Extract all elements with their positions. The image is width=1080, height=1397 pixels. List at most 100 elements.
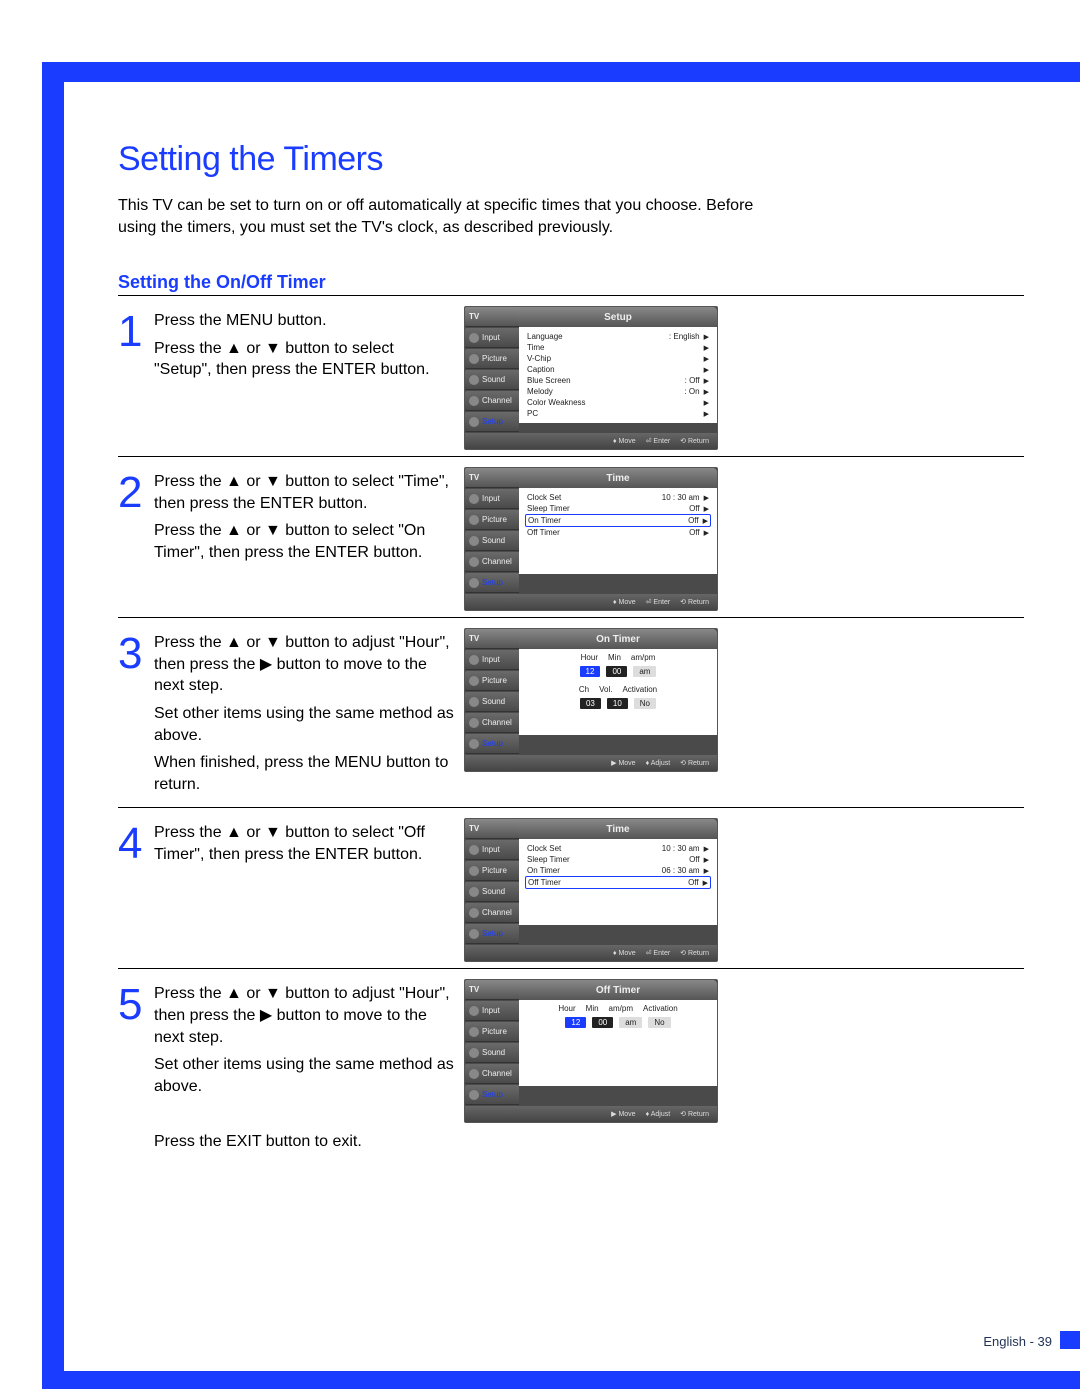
tab-icon — [469, 557, 479, 567]
osd-row: Color Weakness▶ — [525, 397, 711, 408]
subheading-text: Setting the On/Off Timer — [118, 272, 326, 293]
osd-row-label: Blue Screen — [527, 376, 571, 385]
osd-row: PC▶ — [525, 408, 711, 419]
step-body: Press the ▲ or ▼ button to select "Off T… — [154, 818, 464, 871]
osd-row: Caption▶ — [525, 364, 711, 375]
step-number: 4 — [118, 818, 154, 864]
osd-tab-label: TV — [469, 473, 479, 482]
tab-icon — [469, 676, 479, 686]
tv-osd-screenshot: TVInputPictureSoundChannelSetupTimeClock… — [464, 818, 718, 962]
osd-tab-label: TV — [469, 312, 479, 321]
step-number: 5 — [118, 979, 154, 1025]
osd-footer-hint: ⟲ Return — [680, 949, 709, 957]
chevron-right-icon: ▶ — [704, 846, 709, 853]
tab-icon — [469, 333, 479, 343]
step-number: 3 — [118, 628, 154, 674]
steps-container: 1Press the MENU button.Press the ▲ or ▼ … — [118, 302, 1024, 1164]
chevron-right-icon: ▶ — [703, 880, 708, 887]
osd-footer: ♦ Move⏎ Enter⟲ Return — [465, 594, 717, 610]
osd-row: Melody: On▶ — [525, 386, 711, 397]
timer-value-cell: No — [634, 698, 656, 709]
osd-row-label: Off Timer — [527, 528, 560, 537]
step-line: Press the ▲ or ▼ button to adjust "Hour"… — [154, 632, 454, 697]
osd-footer-hint: ♦ Adjust — [646, 1111, 671, 1118]
timer-value-cell: 12 — [580, 666, 601, 677]
osd-tab-label: Picture — [482, 354, 507, 363]
chevron-right-icon: ▶ — [704, 356, 709, 363]
chevron-right-icon: ▶ — [703, 518, 708, 525]
osd-tab-label: TV — [469, 824, 479, 833]
osd-tab-label: Input — [482, 494, 500, 503]
osd-tab: Input — [465, 328, 519, 348]
tab-icon — [469, 929, 479, 939]
timer-header: Ch — [579, 685, 589, 694]
tv-osd-screenshot: TVInputPictureSoundChannelSetupSetupLang… — [464, 306, 718, 450]
section-heading: Setting the On/Off Timer — [118, 272, 1024, 296]
osd-row-label: V-Chip — [527, 354, 551, 363]
osd-row-label: Sleep Timer — [527, 855, 570, 864]
osd-row: On Timer06 : 30 am▶ — [525, 865, 711, 876]
osd-tab-label: Setup — [482, 929, 503, 938]
osd-body: Clock Set10 : 30 am▶Sleep TimerOff▶On Ti… — [519, 488, 717, 574]
chevron-right-icon: ▶ — [704, 857, 709, 864]
osd-tab: Sound — [465, 1043, 519, 1063]
osd-body: Clock Set10 : 30 am▶Sleep Timer Off ▶ On Ti… — [519, 839, 717, 925]
osd-row-label: On Timer — [527, 866, 560, 875]
osd-tab: Setup — [465, 412, 519, 432]
osd-tab: Input — [465, 1001, 519, 1021]
step-screenshot: TVInputPictureSoundChannelSetupSetupLang… — [464, 306, 718, 450]
tab-icon — [469, 718, 479, 728]
osd-tab-label: Input — [482, 845, 500, 854]
osd-footer: ▶ Move♦ Adjust⟲ Return — [465, 755, 717, 771]
osd-tab: Picture — [465, 510, 519, 530]
osd-tab-label: Channel — [482, 1069, 512, 1078]
timer-value-row: 1200am — [525, 666, 711, 677]
osd-footer-hint: ♦ Move — [613, 950, 636, 957]
timer-value-cell: 10 — [607, 698, 628, 709]
osd-row-label: Sleep Timer — [527, 504, 570, 513]
intro-text: This TV can be set to turn on or off aut… — [118, 195, 758, 238]
osd-tab-label: Input — [482, 1006, 500, 1015]
osd-row-label: Time — [527, 343, 544, 352]
timer-value-cell: 03 — [580, 698, 601, 709]
osd-row-value: Off — [689, 855, 700, 864]
instruction-step: 5Press the ▲ or ▼ button to adjust "Hour… — [118, 975, 1024, 1164]
tab-icon — [469, 354, 479, 364]
osd-tab: TV — [465, 629, 519, 649]
timer-header: am/pm — [631, 653, 655, 662]
osd-tab-label: Channel — [482, 718, 512, 727]
osd-tab-label: Sound — [482, 697, 505, 706]
tab-icon — [469, 1069, 479, 1079]
osd-title: Off Timer — [519, 980, 717, 1000]
osd-footer-hint: ⟲ Return — [680, 598, 709, 606]
osd-footer-hint: ♦ Move — [613, 599, 636, 606]
tv-osd-screenshot: TVInputPictureSoundChannelSetupTimeClock… — [464, 467, 718, 611]
instruction-step: 4Press the ▲ or ▼ button to select "Off … — [118, 814, 1024, 969]
osd-title: Setup — [519, 307, 717, 327]
osd-tab: Input — [465, 840, 519, 860]
osd-row: On TimerOff▶ — [525, 514, 711, 527]
osd-tab: Picture — [465, 349, 519, 369]
step-body: Press the ▲ or ▼ button to adjust "Hour"… — [154, 628, 464, 801]
step-line: When finished, press the MENU button to … — [154, 752, 454, 795]
osd-footer-hint: ♦ Move — [613, 438, 636, 445]
step-screenshot: TVInputPictureSoundChannelSetupOn TimerH… — [464, 628, 718, 772]
timer-header: Activation — [643, 1004, 678, 1013]
osd-tab-label: Input — [482, 333, 500, 342]
osd-row: Sleep Timer Off ▶ — [525, 854, 711, 865]
osd-tab-label: Channel — [482, 396, 512, 405]
osd-row: V-Chip ▶ — [525, 353, 711, 364]
page-content: Setting the Timers This TV can be set to… — [118, 140, 1024, 1171]
osd-row-value: 06 : 30 am — [662, 866, 700, 875]
osd-tab-label: Input — [482, 655, 500, 664]
osd-row: Clock Set10 : 30 am▶ — [525, 492, 711, 503]
osd-footer-hint: ⟲ Return — [680, 1110, 709, 1118]
timer-value-row: 1200amNo — [525, 1017, 711, 1028]
osd-row: Clock Set10 : 30 am▶ — [525, 843, 711, 854]
osd-footer: ♦ Move⏎ Enter⟲ Return — [465, 433, 717, 449]
tab-icon — [469, 494, 479, 504]
tab-icon — [469, 845, 479, 855]
chevron-right-icon: ▶ — [704, 389, 709, 396]
osd-tab: Setup — [465, 924, 519, 944]
osd-tab: Picture — [465, 861, 519, 881]
